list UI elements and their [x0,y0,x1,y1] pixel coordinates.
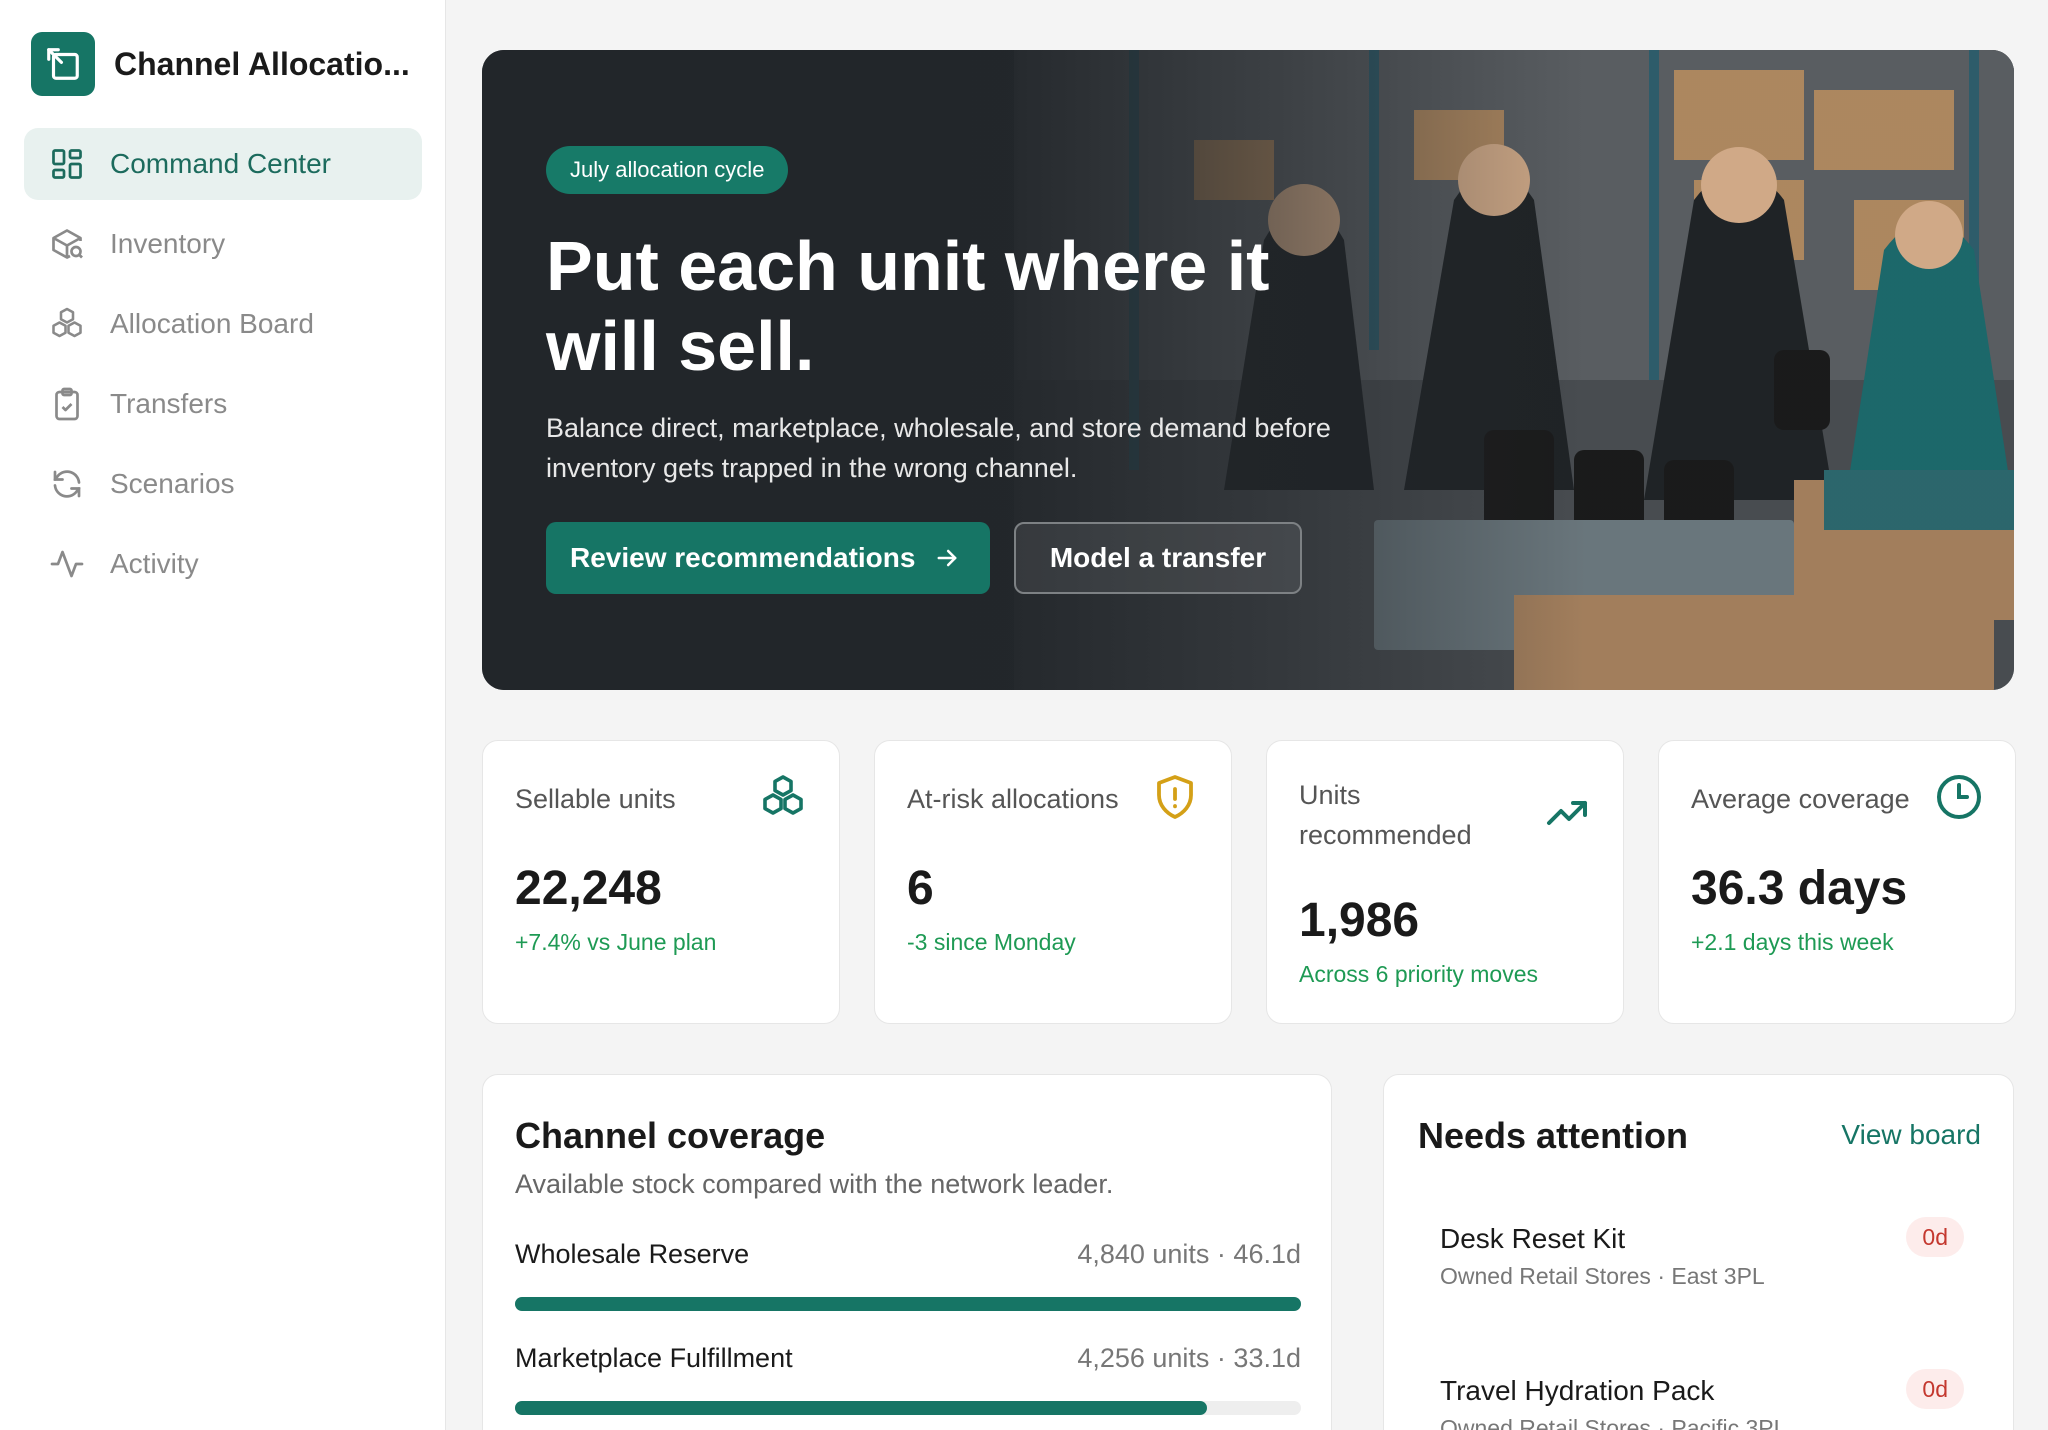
hero-title: Put each unit where it will sell. [546,227,1270,385]
sidebar-nav: Command Center Inventory Allocation Boar… [24,128,422,608]
sidebar-item-activity[interactable]: Activity [24,528,422,600]
days-badge: 0d [1906,1217,1964,1257]
channel-coverage-panel: Channel coverage Available stock compare… [482,1074,1332,1430]
stat-card-at-risk-allocations: At-risk allocations 6 -3 since Monday [874,740,1232,1024]
product-name: Desk Reset Kit [1440,1223,1626,1254]
stat-delta: +2.1 days this week [1691,929,1894,955]
boxes-icon [763,775,803,815]
sidebar-item-command-center[interactable]: Command Center [24,128,422,200]
shield-alert-icon [1157,775,1193,819]
button-label: Model a transfer [1049,542,1267,573]
hero-banner: July allocation cycle Put each unit wher… [482,50,2014,690]
trending-up-icon [1547,801,1587,825]
view-board-link[interactable]: View board [1841,1119,1981,1151]
stat-value: 6 [907,862,934,915]
product-location: Owned Retail Stores · Pacific 3PL [1440,1415,1787,1430]
sidebar-item-inventory[interactable]: Inventory [24,208,422,280]
review-recommendations-button[interactable]: Review recommendations [546,522,990,594]
panel-title: Channel coverage [515,1115,826,1156]
sidebar-item-label: Command Center [110,148,331,179]
stat-card-units-recommended: Units recommended 1,986 Across 6 priorit… [1266,740,1624,1024]
sidebar-item-scenarios[interactable]: Scenarios [24,448,422,520]
stat-label: Units recommended [1299,780,1472,850]
needs-attention-panel: Needs attention View board Desk Reset Ki… [1383,1074,2014,1430]
product-name: Travel Hydration Pack [1440,1375,1715,1406]
clipboard-check-icon [48,385,86,423]
channel-stock: 4,840 units · 46.1d [1077,1239,1301,1269]
channel-stock: 4,256 units · 33.1d [1077,1343,1301,1373]
coverage-bar [515,1401,1301,1415]
channel-name: Wholesale Reserve [515,1239,750,1269]
model-transfer-button[interactable]: Model a transfer [1014,522,1302,594]
stat-value: 22,248 [515,862,662,915]
stat-delta: +7.4% vs June plan [515,929,717,955]
stat-value: 1,986 [1299,894,1420,947]
activity-icon [48,545,86,583]
package-search-icon [48,225,86,263]
app-title: Channel Allocatio... [114,45,410,82]
sidebar-item-label: Allocation Board [110,308,314,339]
boxes-icon [48,305,86,343]
channel-name: Marketplace Fulfillment [515,1343,793,1373]
coverage-bar [515,1297,1301,1311]
button-label: Review recommendations [570,542,916,573]
panel-subtitle: Available stock compared with the networ… [515,1169,1114,1199]
product-location: Owned Retail Stores · East 3PL [1440,1263,1765,1289]
hero-subtitle: Balance direct, marketplace, wholesale, … [546,413,1331,483]
refresh-icon [48,465,86,503]
coverage-bar-fill [515,1297,1301,1311]
days-badge: 0d [1906,1369,1964,1409]
sidebar-item-label: Transfers [110,388,228,419]
sidebar-item-label: Scenarios [110,468,235,499]
brand[interactable]: Channel Allocatio... [31,32,414,96]
clock-icon [1937,775,1981,819]
coverage-bar-fill [515,1401,1207,1415]
sidebar-item-label: Activity [110,548,199,579]
sidebar: Channel Allocatio... Command Center Inve… [0,0,446,1430]
stat-delta: -3 since Monday [907,929,1076,955]
stat-card-sellable-units: Sellable units 22,248 +7.4% vs June plan [482,740,840,1024]
panel-title: Needs attention [1418,1115,1689,1156]
cycle-badge: July allocation cycle [546,146,789,194]
grid-icon [48,145,86,183]
arrow-right-icon [933,544,961,572]
stat-label: At-risk allocations [907,784,1119,814]
sidebar-item-transfers[interactable]: Transfers [24,368,422,440]
stat-label: Average coverage [1691,784,1910,814]
stat-card-average-coverage: Average coverage 36.3 days +2.1 days thi… [1658,740,2016,1024]
app-logo-icon [31,32,95,96]
sidebar-item-label: Inventory [110,228,226,259]
stat-value: 36.3 days [1691,862,1908,915]
stat-label: Sellable units [515,784,676,814]
stat-delta: Across 6 priority moves [1299,961,1539,987]
sidebar-item-allocation-board[interactable]: Allocation Board [24,288,422,360]
